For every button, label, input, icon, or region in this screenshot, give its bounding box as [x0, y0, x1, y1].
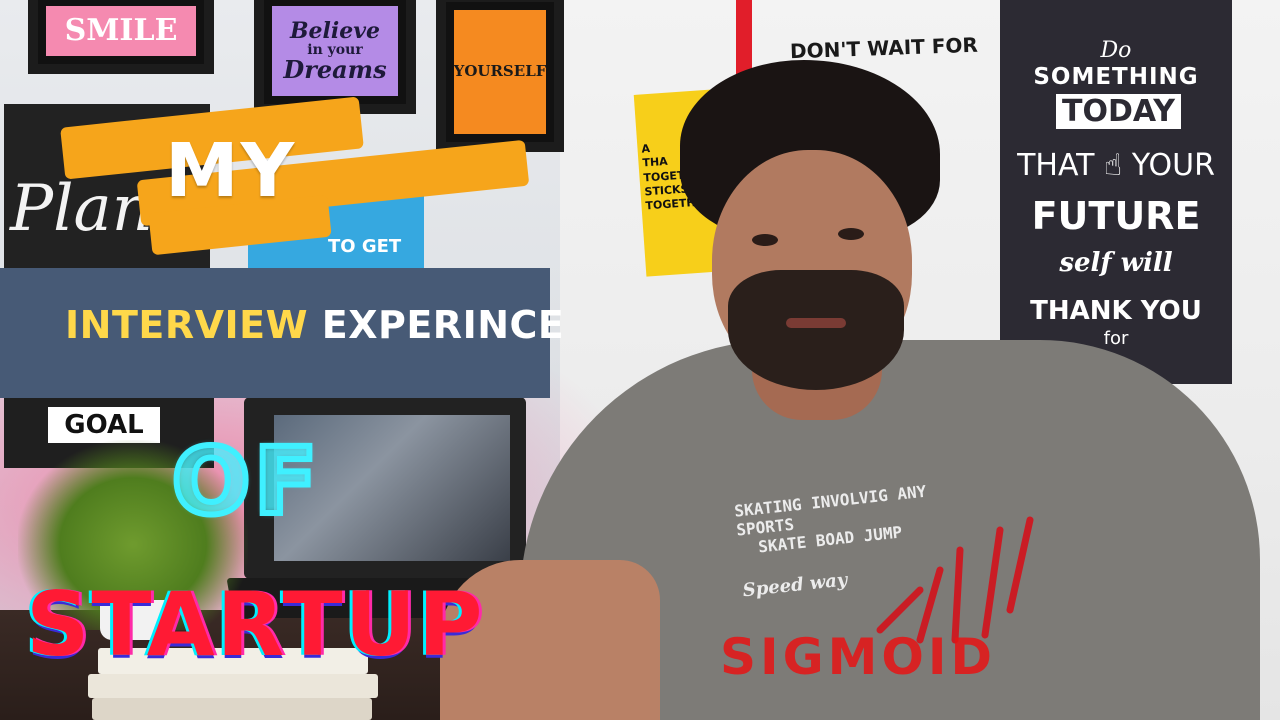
- frame-believe-line3: Dreams: [283, 55, 387, 85]
- company-name-sigmoid: SIGMOID: [720, 628, 997, 686]
- book-3: [92, 698, 372, 720]
- title-interview-highlight: INTERVIEW: [65, 303, 309, 347]
- blue-poster-text: TO GET: [328, 236, 402, 257]
- poster-line-5: FUTURE: [1031, 194, 1201, 238]
- person-beard: [728, 270, 904, 390]
- title-experience: EXPERINCE: [308, 303, 565, 347]
- frame-yourself-text: YOURSELF: [454, 10, 546, 134]
- right-eye: [838, 228, 864, 240]
- frame-smile-text: SMILE: [46, 6, 196, 56]
- motivational-poster: Do SOMETHING TODAY THAT ☝ YOUR FUTURE se…: [1000, 0, 1232, 384]
- poster-line-4: THAT ☝ YOUR: [1017, 148, 1215, 183]
- book-2: [88, 674, 378, 698]
- poster-line-7: THANK YOU: [1030, 296, 1202, 326]
- poster-line-3: TODAY: [1056, 94, 1181, 129]
- frame-smile: SMILE: [28, 0, 214, 74]
- poster-line-6: self will: [1059, 248, 1173, 278]
- poster-line-1: Do: [1100, 38, 1132, 63]
- poster-line-2: SOMETHING: [1033, 64, 1199, 90]
- plan-poster-text: Plan: [10, 172, 153, 246]
- title-interview-experience: INTERVIEW EXPERINCE: [65, 303, 564, 347]
- frame-believe-line1: Believe: [289, 17, 381, 44]
- title-of: OF: [169, 425, 322, 538]
- title-my: MY: [165, 128, 297, 214]
- frame-believe: Believe in your Dreams: [254, 0, 416, 114]
- goal-label: GOAL: [48, 407, 160, 443]
- left-eye: [752, 234, 778, 246]
- frame-yourself: YOURSELF: [436, 0, 564, 152]
- title-startup: STARTUP: [26, 573, 485, 676]
- person-mouth: [786, 318, 846, 328]
- thumbnail-scene: SMILE Believe in your Dreams YOURSELF Pl…: [0, 0, 1280, 720]
